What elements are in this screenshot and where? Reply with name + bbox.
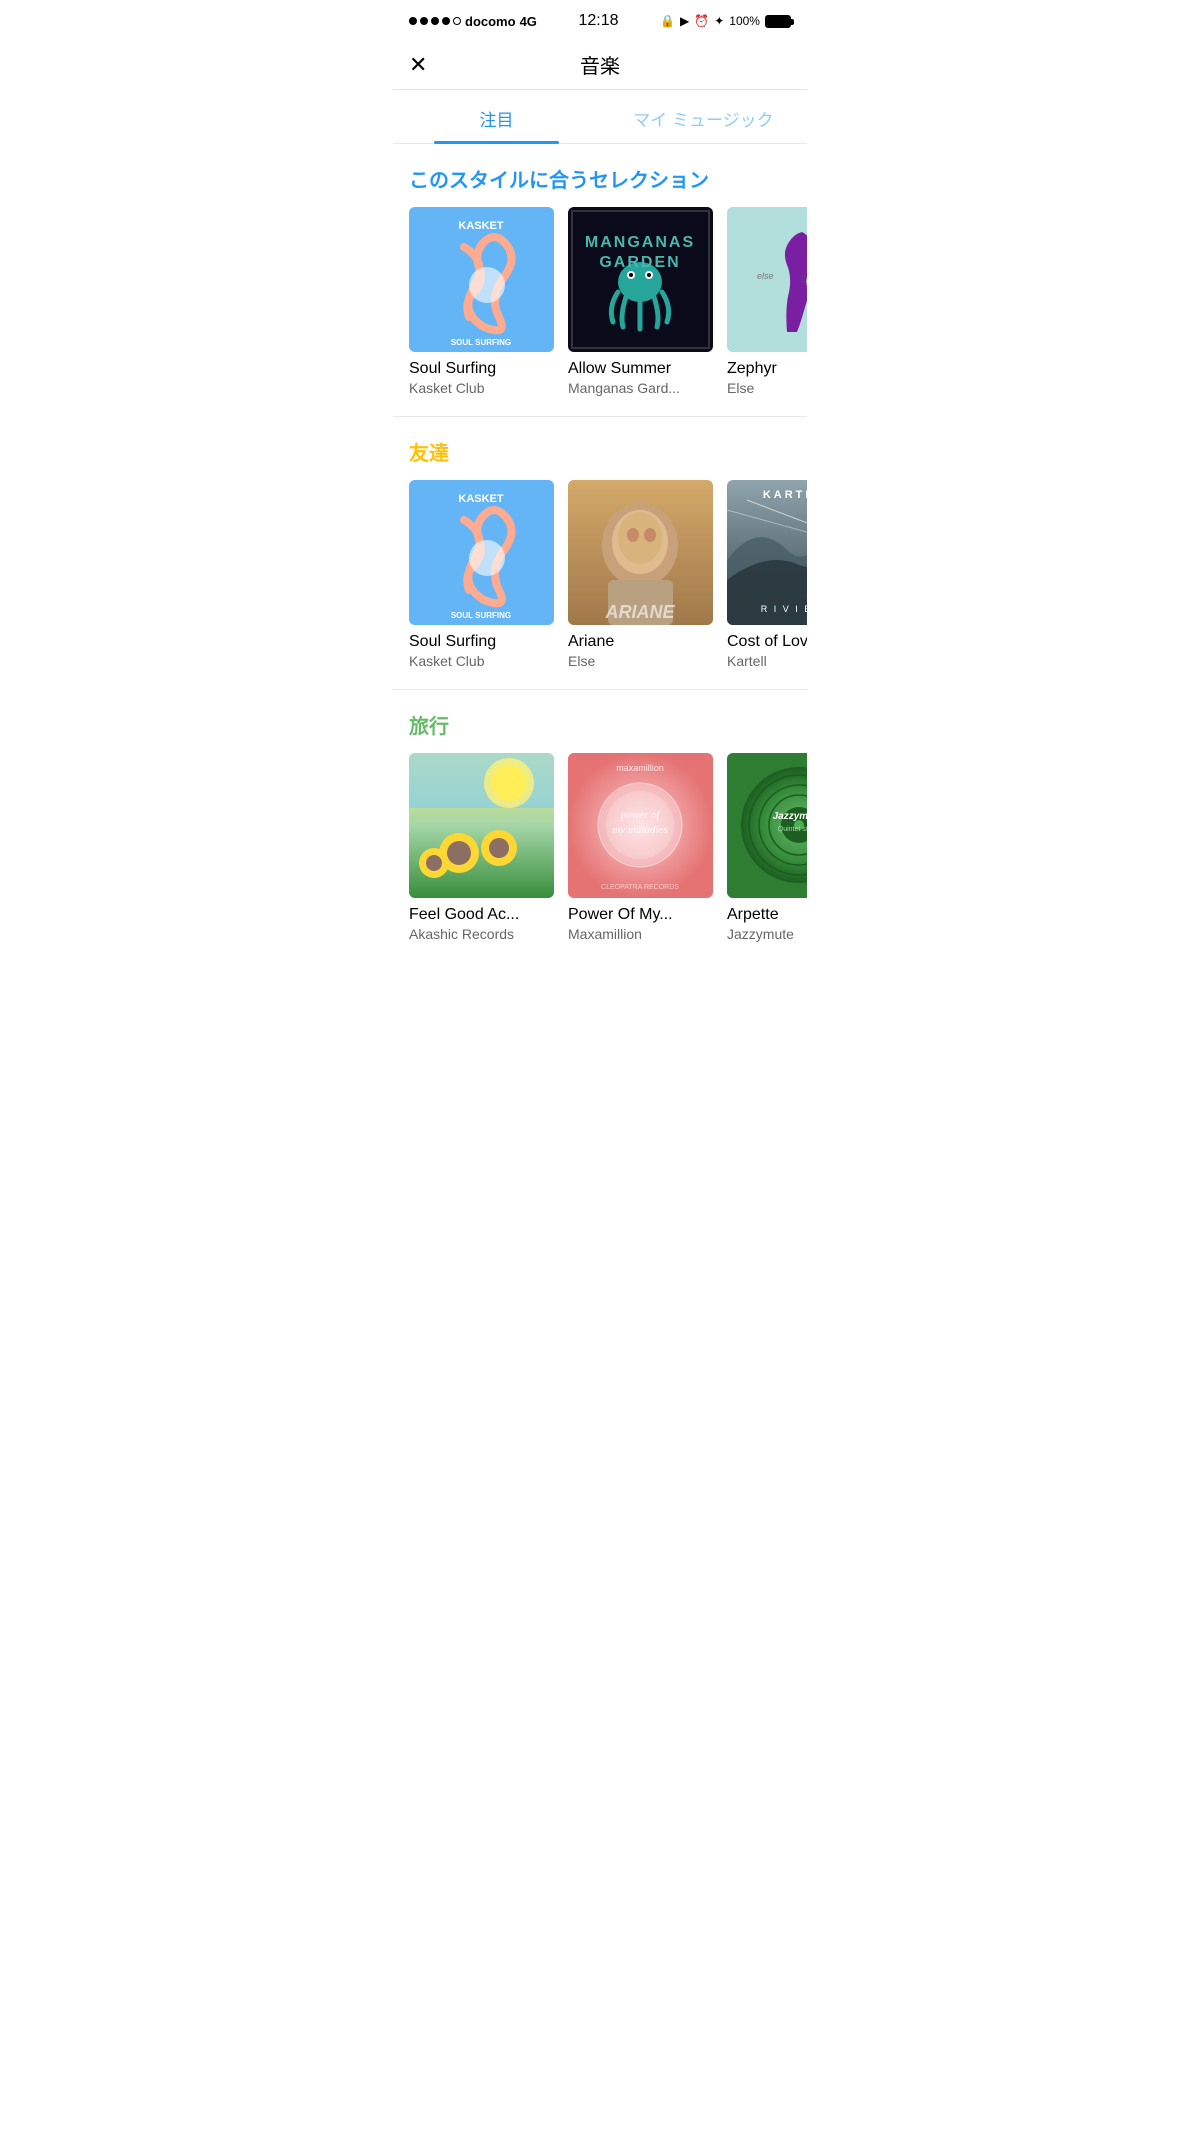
section-travel: 旅行 — [393, 690, 807, 962]
section-travel-albums: Feel Good Ac... Akashic Records — [393, 753, 807, 962]
alarm-icon: ⏰ — [694, 14, 709, 28]
svg-text:ZEPHYR: ZEPHYR — [801, 274, 807, 284]
section-style-albums: KASKET SOUL SURFING Soul Surfing Kasket … — [393, 207, 807, 416]
svg-text:power of: power of — [620, 809, 662, 821]
album-ariane[interactable]: ARIANE Ariane Else — [568, 480, 713, 669]
album-artist-feel-good: Akashic Records — [409, 926, 554, 942]
svg-text:MANGANAS: MANGANAS — [585, 234, 695, 251]
status-right: 🔒 ▶ ⏰ ✦ 100% — [660, 14, 791, 28]
svg-text:else: else — [757, 271, 774, 281]
close-button[interactable]: ✕ — [409, 52, 427, 78]
svg-text:KARTELL: KARTELL — [763, 489, 807, 501]
tab-my-music[interactable]: マイ ミュージック — [600, 90, 807, 143]
album-cover-arpette: Jazzymuce Quintet swing — [727, 753, 807, 898]
album-cover-feel-good — [409, 753, 554, 898]
dot5 — [453, 17, 461, 25]
section-friends-albums: KASKET SOUL SURFING Soul Surfing Kasket … — [393, 480, 807, 689]
album-artist-zephyr: Else — [727, 380, 807, 396]
dot2 — [420, 17, 428, 25]
battery-fill — [767, 17, 789, 26]
album-allow-summer[interactable]: MANGANAS GARDEN Allow Summer M — [568, 207, 713, 396]
album-artist-soul-surfing: Kasket Club — [409, 380, 554, 396]
album-feel-good[interactable]: Feel Good Ac... Akashic Records — [409, 753, 554, 942]
album-power-of-my[interactable]: maxamillion power of my maladies CLEOPAT… — [568, 753, 713, 942]
signal-dots — [409, 17, 461, 25]
tab-bar: 注目 マイ ミュージック — [393, 90, 807, 144]
dot1 — [409, 17, 417, 25]
svg-text:SOUL SURFING: SOUL SURFING — [451, 338, 511, 347]
album-title-arpette: Arpette — [727, 906, 807, 924]
status-time: 12:18 — [578, 12, 618, 30]
location-icon: ▶ — [680, 14, 689, 28]
album-artist-power-of-my: Maxamillion — [568, 926, 713, 942]
svg-text:KASKET: KASKET — [458, 220, 504, 232]
svg-text:Quintet swing: Quintet swing — [778, 826, 807, 833]
album-title-feel-good: Feel Good Ac... — [409, 906, 554, 924]
status-bar: docomo 4G 12:18 🔒 ▶ ⏰ ✦ 100% — [393, 0, 807, 40]
album-artist-soul-surfing-2: Kasket Club — [409, 653, 554, 669]
svg-text:SOUL SURFING: SOUL SURFING — [451, 611, 511, 620]
svg-text:R I V I E R A: R I V I E R A — [761, 604, 807, 614]
svg-text:GARDEN: GARDEN — [599, 254, 680, 271]
section-friends: 友達 KASKET SOUL SURFING Soul Surfing Kask… — [393, 417, 807, 689]
network-label: 4G — [520, 14, 537, 29]
status-left: docomo 4G — [409, 14, 537, 29]
album-title-ariane: Ariane — [568, 633, 713, 651]
album-title-cost-of-love: Cost of Love — [727, 633, 807, 651]
section-friends-title: 友達 — [393, 437, 807, 480]
album-artist-arpette: Jazzymute — [727, 926, 807, 942]
album-zephyr[interactable]: ZEPHYR else Zephyr Else — [727, 207, 807, 396]
svg-text:ARIANE: ARIANE — [604, 602, 675, 622]
album-cover-zephyr: ZEPHYR else — [727, 207, 807, 352]
album-arpette[interactable]: Jazzymuce Quintet swing Arpette Jazzymut… — [727, 753, 807, 942]
section-style-title: このスタイルに合うセレクション — [393, 164, 807, 207]
album-cover-allow-summer: MANGANAS GARDEN — [568, 207, 713, 352]
svg-text:maxamillion: maxamillion — [616, 763, 664, 773]
svg-text:my maladies: my maladies — [612, 824, 667, 836]
album-artist-cost-of-love: Kartell — [727, 653, 807, 669]
album-title-power-of-my: Power Of My... — [568, 906, 713, 924]
album-cover-ariane: ARIANE — [568, 480, 713, 625]
album-artist-ariane: Else — [568, 653, 713, 669]
dot3 — [431, 17, 439, 25]
album-cover-cost-of-love: KARTELL R I V I E R A — [727, 480, 807, 625]
album-title-soul-surfing: Soul Surfing — [409, 360, 554, 378]
album-soul-surfing[interactable]: KASKET SOUL SURFING Soul Surfing Kasket … — [409, 207, 554, 396]
album-title-zephyr: Zephyr — [727, 360, 807, 378]
header-title: 音楽 — [580, 50, 620, 79]
section-travel-title: 旅行 — [393, 710, 807, 753]
header: ✕ 音楽 — [393, 40, 807, 90]
album-cost-of-love[interactable]: KARTELL R I V I E R A Cost of Love Karte… — [727, 480, 807, 669]
bluetooth-icon: ✦ — [714, 14, 724, 28]
album-title-soul-surfing-2: Soul Surfing — [409, 633, 554, 651]
section-style: このスタイルに合うセレクション KASKET SOUL SURFING Soul… — [393, 144, 807, 416]
album-artist-allow-summer: Manganas Gard... — [568, 380, 713, 396]
battery-percent: 100% — [729, 14, 760, 28]
album-soul-surfing-2[interactable]: KASKET SOUL SURFING Soul Surfing Kasket … — [409, 480, 554, 669]
lock-icon: 🔒 — [660, 14, 675, 28]
svg-text:Jazzymuce: Jazzymuce — [773, 811, 807, 822]
album-cover-soul-surfing: KASKET SOUL SURFING — [409, 207, 554, 352]
album-title-allow-summer: Allow Summer — [568, 360, 713, 378]
svg-text:KASKET: KASKET — [458, 493, 504, 505]
dot4 — [442, 17, 450, 25]
carrier-label: docomo — [465, 14, 516, 29]
album-cover-soul-surfing-2: KASKET SOUL SURFING — [409, 480, 554, 625]
album-cover-power-of-my: maxamillion power of my maladies CLEOPAT… — [568, 753, 713, 898]
tab-featured[interactable]: 注目 — [393, 90, 600, 143]
battery-icon — [765, 15, 791, 28]
svg-text:CLEOPATRA RECORDS: CLEOPATRA RECORDS — [601, 884, 679, 891]
